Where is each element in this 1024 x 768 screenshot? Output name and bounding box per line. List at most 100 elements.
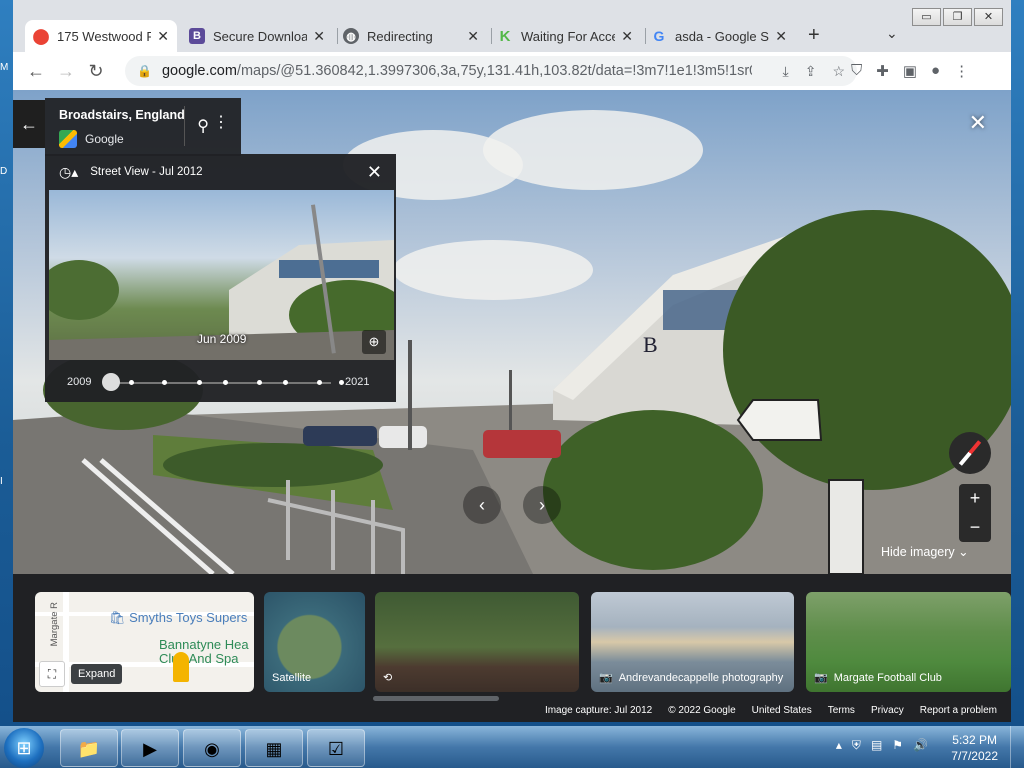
network-icon[interactable]: ▤ bbox=[871, 738, 882, 753]
street-view-viewport[interactable]: B ← Broadstairs, England Google ⚲ ⋮ ◷▴ S… bbox=[13, 90, 1011, 722]
forward-button[interactable]: → bbox=[51, 61, 81, 82]
maximize-button[interactable]: ❐ bbox=[943, 8, 972, 26]
desktop-icon-partial[interactable]: D bbox=[0, 166, 7, 177]
tab-waiting[interactable]: K Waiting For Acce ✕ bbox=[489, 20, 641, 52]
share-icon[interactable]: ⇪ bbox=[805, 63, 817, 80]
satellite-card[interactable]: Satellite bbox=[264, 592, 365, 692]
report-problem-link[interactable]: Report a problem bbox=[920, 705, 997, 716]
nav-arrow-right[interactable]: › bbox=[523, 486, 561, 524]
map-road-label: Margate R bbox=[49, 602, 60, 647]
slider-stop[interactable] bbox=[339, 380, 344, 385]
tab-maps[interactable]: ⬤ 175 Westwood R ✕ bbox=[25, 20, 177, 52]
lock-icon[interactable]: 🔒 bbox=[137, 64, 152, 78]
b-icon: B bbox=[189, 28, 205, 44]
shield-extension-icon[interactable]: ⛉ bbox=[851, 62, 862, 80]
photo-card-harbor[interactable]: 📷 Andrevandecappelle photography bbox=[591, 592, 794, 692]
slider-stop[interactable] bbox=[129, 380, 134, 385]
volume-icon[interactable]: 🔊 bbox=[913, 738, 928, 753]
nav-arrow-left[interactable]: ‹ bbox=[463, 486, 501, 524]
imagery-scrollbar[interactable] bbox=[373, 696, 499, 701]
preview-tree-left bbox=[49, 260, 119, 320]
more-options-icon[interactable]: ⋮ bbox=[213, 112, 229, 132]
show-desktop-button[interactable] bbox=[1010, 726, 1024, 768]
close-tab-icon[interactable]: ✕ bbox=[307, 28, 325, 45]
side-panel-icon[interactable]: ▣ bbox=[903, 62, 917, 80]
action-center-flag-icon[interactable]: ⚑ bbox=[892, 738, 903, 753]
tray-expand-icon[interactable]: ▴ bbox=[836, 738, 842, 753]
zoom-out-button[interactable]: − bbox=[959, 513, 991, 542]
clock-date: 7/7/2022 bbox=[951, 749, 998, 763]
back-button[interactable]: ← bbox=[21, 61, 51, 82]
expand-map-button[interactable]: ⛶ Expand bbox=[39, 660, 123, 688]
photo-card-football[interactable]: 📷 Margate Football Club bbox=[806, 592, 1011, 692]
preview-date-label: Jun 2009 bbox=[197, 332, 247, 346]
tab-redirecting[interactable]: ◍ Redirecting ✕ bbox=[335, 20, 487, 52]
location-panel: Broadstairs, England Google ⚲ ⋮ bbox=[45, 98, 241, 156]
terms-link[interactable]: Terms bbox=[828, 705, 855, 716]
map-poi-spa-line1: Bannatyne Hea bbox=[159, 637, 249, 652]
chrome-menu-icon[interactable]: ⋮ bbox=[954, 62, 969, 80]
region-link[interactable]: United States bbox=[752, 705, 812, 716]
close-tab-icon[interactable]: ✕ bbox=[461, 28, 479, 45]
tab-title: 175 Westwood R bbox=[57, 28, 152, 44]
start-button[interactable]: ⊞ bbox=[4, 728, 44, 768]
tab-search-button[interactable]: ⌄ bbox=[886, 25, 898, 42]
address-bar[interactable]: 🔒 google.com/maps/@51.360842,1.3997306,3… bbox=[125, 56, 857, 86]
camera-icon: 📷 bbox=[814, 672, 828, 684]
close-tab-icon[interactable]: ✕ bbox=[769, 28, 787, 45]
bookmark-star-icon[interactable]: ☆ bbox=[832, 63, 845, 80]
360-icon: ⟲ bbox=[383, 672, 393, 684]
zoom-controls: + − bbox=[959, 484, 991, 542]
desktop-icon-partial[interactable]: M bbox=[0, 62, 8, 73]
maps-pin-icon: ⬤ bbox=[32, 28, 50, 45]
time-machine-preview[interactable]: Jun 2009 ⊕ bbox=[49, 190, 394, 360]
date-slider[interactable]: 2009 2021 bbox=[45, 362, 396, 402]
close-tab-icon[interactable]: ✕ bbox=[151, 28, 169, 45]
control-panel-taskbar-icon[interactable]: ▦ bbox=[245, 729, 303, 767]
time-machine-header: ◷▴ Street View - Jul 2012 ✕ bbox=[45, 154, 396, 190]
map-footer: Image capture: Jul 2012 © 2022 Google Un… bbox=[545, 700, 1011, 720]
desktop-icon-partial[interactable]: I bbox=[0, 476, 3, 487]
street-name-sign bbox=[828, 479, 864, 574]
minimize-button[interactable]: ▭ bbox=[912, 8, 941, 26]
close-window-button[interactable]: ✕ bbox=[974, 8, 1003, 26]
slider-stop[interactable] bbox=[223, 380, 228, 385]
explorer-taskbar-icon[interactable]: 📁 bbox=[60, 729, 118, 767]
slider-stop[interactable] bbox=[162, 380, 167, 385]
tab-google-search[interactable]: G asda - Google Se ✕ bbox=[643, 20, 795, 52]
map-pin-icon[interactable]: ⚲ bbox=[197, 116, 209, 136]
slider-stop[interactable] bbox=[283, 380, 288, 385]
slider-stop[interactable] bbox=[317, 380, 322, 385]
map-card[interactable]: Margate R 🛍 Smyths Toys Supers Bannatyne… bbox=[35, 592, 254, 692]
extensions-puzzle-icon[interactable]: ✚ bbox=[876, 62, 889, 80]
taskbar-clock[interactable]: 5:32 PM 7/7/2022 bbox=[951, 732, 998, 764]
close-time-machine-icon[interactable]: ✕ bbox=[367, 162, 382, 183]
chevrons-down-icon: ⌄ bbox=[958, 545, 969, 559]
history-clock-icon[interactable]: ◷▴ bbox=[59, 164, 78, 181]
zoom-in-button[interactable]: + bbox=[959, 484, 991, 513]
media-player-taskbar-icon[interactable]: ▶ bbox=[121, 729, 179, 767]
zoom-preview-icon[interactable]: ⊕ bbox=[362, 330, 386, 354]
slider-track[interactable] bbox=[113, 380, 344, 385]
back-arrow-button[interactable]: ← bbox=[13, 100, 45, 148]
google-maps-logo-icon bbox=[59, 130, 77, 148]
pegman-icon[interactable] bbox=[173, 652, 189, 682]
new-tab-button[interactable]: + bbox=[808, 24, 820, 47]
chrome-taskbar-icon[interactable]: ◉ bbox=[183, 729, 241, 767]
street-lamp bbox=[509, 370, 512, 430]
hide-imagery-button[interactable]: Hide imagery ⌄ bbox=[881, 544, 969, 559]
slider-stop[interactable] bbox=[197, 380, 202, 385]
privacy-link[interactable]: Privacy bbox=[871, 705, 904, 716]
close-street-view-icon[interactable]: ✕ bbox=[969, 110, 987, 136]
slider-knob[interactable] bbox=[102, 373, 120, 391]
reload-button[interactable]: ↻ bbox=[81, 61, 111, 82]
close-tab-icon[interactable]: ✕ bbox=[615, 28, 633, 45]
slider-stop[interactable] bbox=[257, 380, 262, 385]
profile-avatar-icon[interactable]: ● bbox=[931, 62, 940, 80]
install-icon[interactable]: ⤓ bbox=[783, 63, 789, 80]
compass-icon[interactable] bbox=[949, 432, 991, 474]
tab-secure-download[interactable]: B Secure Downloac ✕ bbox=[181, 20, 333, 52]
network-taskbar-icon[interactable]: ☑ bbox=[307, 729, 365, 767]
street-view-card[interactable]: ⟲ bbox=[375, 592, 579, 692]
security-shield-icon[interactable]: ⛨ bbox=[852, 738, 861, 753]
